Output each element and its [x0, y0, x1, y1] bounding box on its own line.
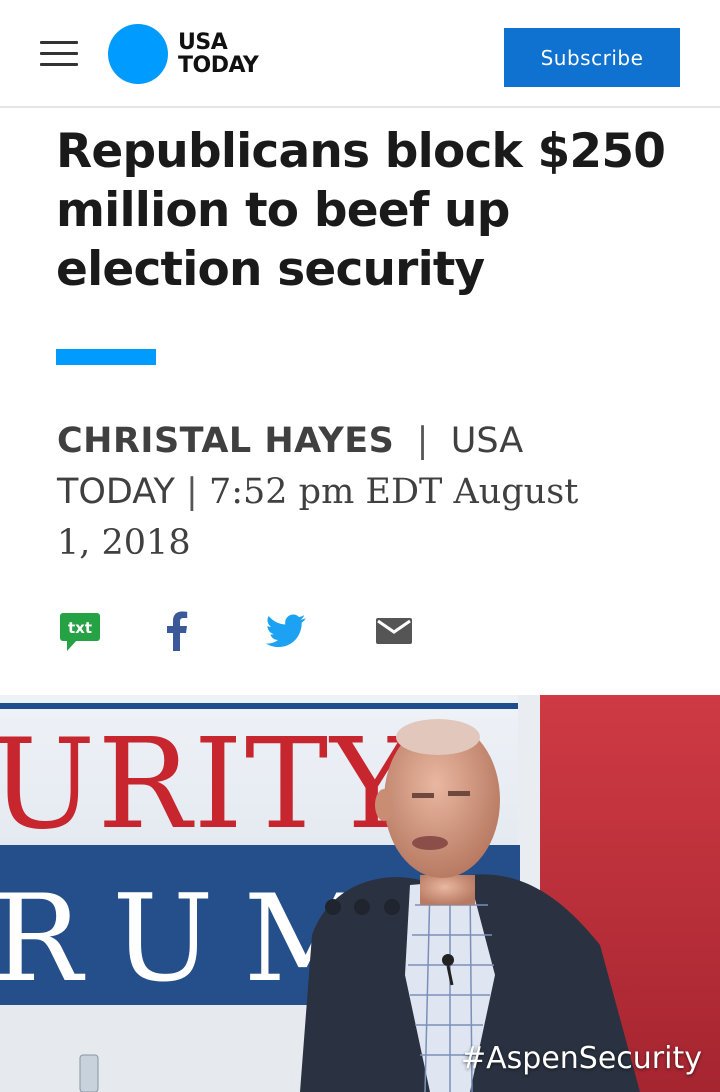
photo-hashtag-caption: #AspenSecurity	[461, 1041, 702, 1076]
logo-wordmark: USA TODAY	[178, 30, 259, 78]
usa-today-logo[interactable]: USA TODAY	[108, 23, 259, 85]
logo-line-2: TODAY	[178, 53, 259, 78]
article-headline: Republicans block $250 million to beef u…	[56, 124, 666, 297]
site-header: USA TODAY Subscribe	[0, 0, 720, 108]
lead-photo-image: URITY RUM	[0, 695, 720, 1092]
twitter-icon	[266, 614, 306, 647]
article-lead-photo[interactable]: URITY RUM #AspenSecurity	[0, 695, 720, 1092]
svg-text:txt: txt	[68, 619, 92, 637]
byline-row-2: TODAY | 7:52 pm EDT August	[57, 467, 667, 518]
share-facebook-button[interactable]	[160, 608, 194, 654]
logo-line-1: USA	[178, 30, 228, 55]
publish-datetime-part-1: 7:52 pm EDT August	[208, 472, 579, 512]
logo-circle	[108, 24, 168, 84]
publication-name-part-2: TODAY	[57, 472, 175, 512]
headline-accent-bar	[56, 349, 156, 365]
facebook-icon	[167, 611, 188, 651]
mail-icon	[376, 618, 412, 644]
hamburger-menu-icon[interactable]	[40, 41, 78, 67]
byline-separator: |	[186, 472, 198, 512]
byline-row-3: 1, 2018	[57, 518, 667, 569]
byline-row-1: CHRISTAL HAYES | USA	[57, 416, 667, 467]
author-name[interactable]: CHRISTAL HAYES	[57, 421, 394, 461]
txt-icon: txt	[60, 613, 100, 651]
byline-separator: |	[416, 421, 429, 461]
share-email-button[interactable]	[372, 608, 416, 654]
svg-text:URITY: URITY	[0, 712, 415, 857]
share-twitter-button[interactable]	[264, 608, 308, 654]
share-sms-button[interactable]: txt	[58, 608, 102, 654]
article-byline: CHRISTAL HAYES | USA TODAY | 7:52 pm EDT…	[57, 416, 667, 569]
subscribe-button[interactable]: Subscribe	[504, 28, 680, 87]
publication-name-part-1: USA	[450, 421, 524, 461]
publish-datetime-part-2: 1, 2018	[57, 523, 191, 563]
